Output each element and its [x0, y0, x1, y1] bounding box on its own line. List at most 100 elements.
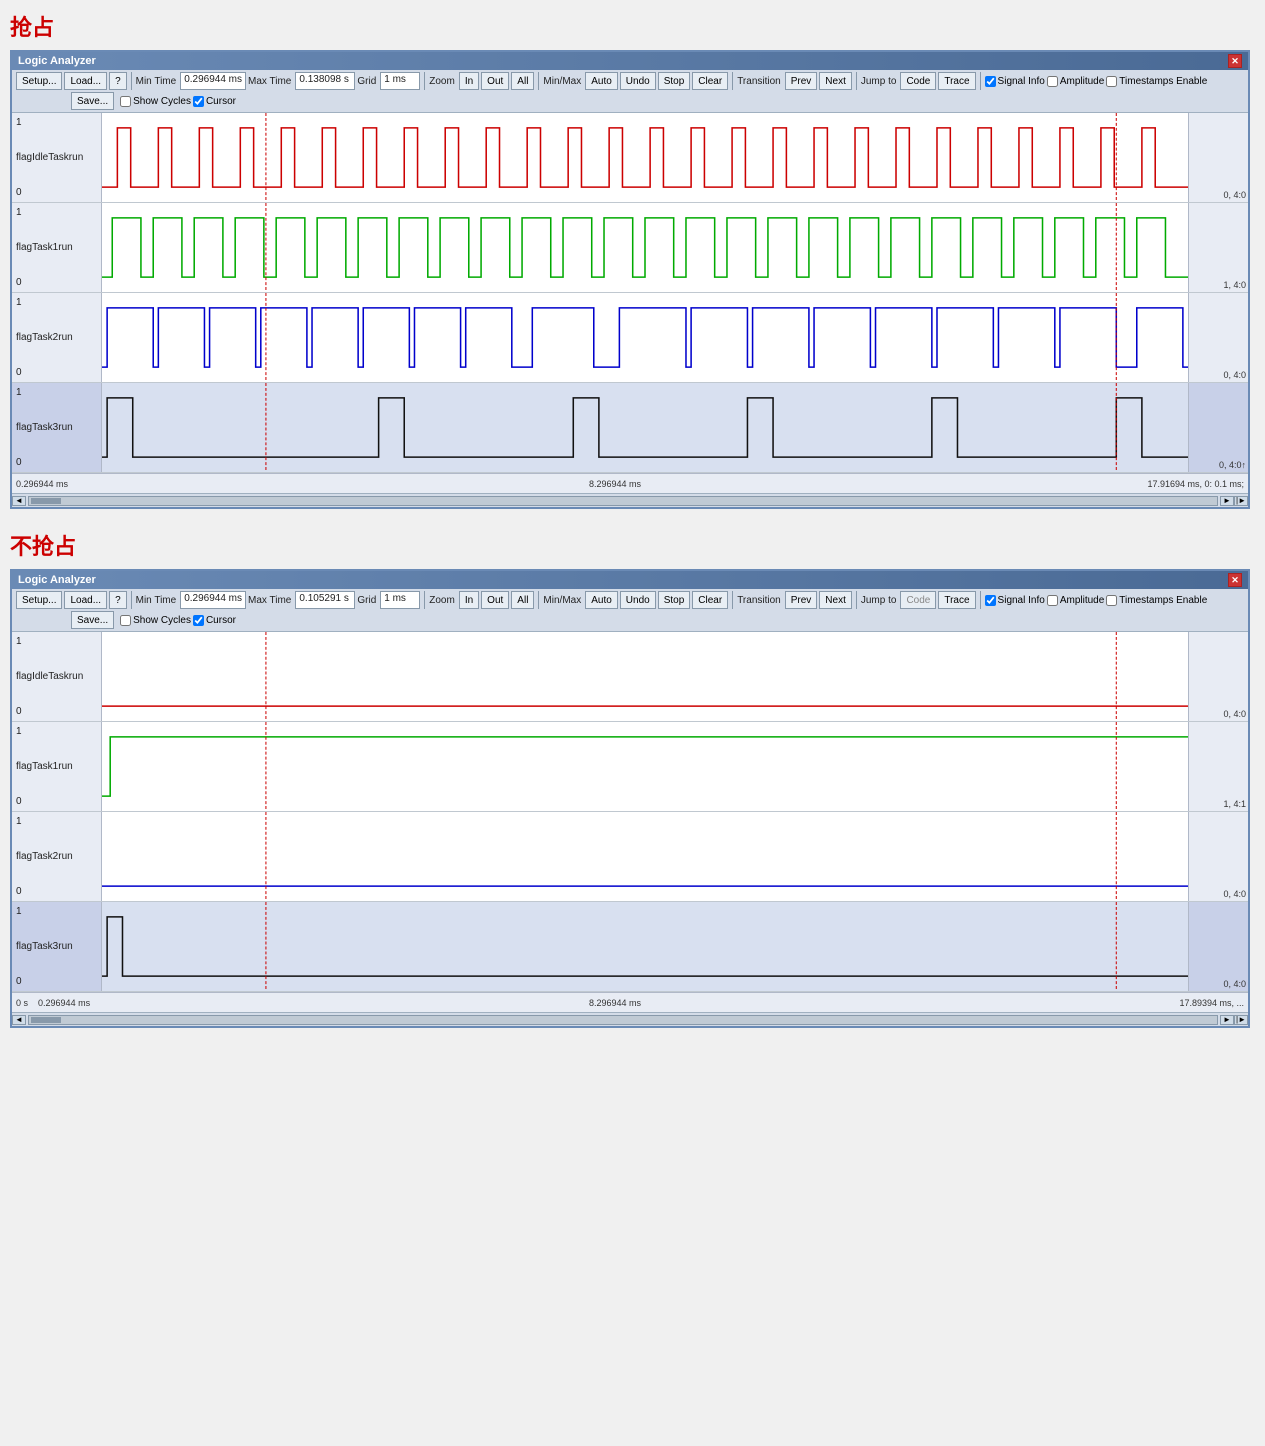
- signal3-name: flagTask3run: [16, 422, 73, 433]
- analyzer2-title: Logic Analyzer: [18, 574, 96, 586]
- update-undo-button[interactable]: Undo: [620, 72, 656, 90]
- update-clear-button[interactable]: Clear: [692, 72, 728, 90]
- grid-label: Grid: [357, 76, 376, 87]
- scroll-left[interactable]: ◄: [12, 496, 26, 506]
- timeline2-start-ms: 0.296944 ms: [38, 998, 90, 1008]
- analyzer1-close[interactable]: ✕: [1228, 54, 1242, 68]
- signal-info2-label: Signal Info: [998, 595, 1045, 606]
- signal2-2-waveform: [102, 812, 1188, 901]
- zoom-all-button[interactable]: All: [511, 72, 534, 90]
- update2-clear-button[interactable]: Clear: [692, 591, 728, 609]
- analyzer2-close[interactable]: ✕: [1228, 573, 1242, 587]
- scroll-end[interactable]: |►: [1234, 496, 1248, 506]
- signal2-0-canvas: [102, 632, 1188, 721]
- amplitude-checkbox[interactable]: [1047, 76, 1058, 87]
- zoom-out-button[interactable]: Out: [481, 72, 509, 90]
- analyzer1: Logic Analyzer ✕ Setup... Load... ? Min …: [10, 50, 1250, 509]
- grid2-label: Grid: [357, 595, 376, 606]
- signal2-waveform: [102, 293, 1188, 382]
- update2-undo-button[interactable]: Undo: [620, 591, 656, 609]
- signal0-name: flagIdleTaskrun: [16, 152, 83, 163]
- sep5: [856, 72, 857, 90]
- max-time-value: 0.138098 s: [295, 72, 355, 90]
- load-button[interactable]: Load...: [64, 72, 107, 90]
- sep2-5: [856, 591, 857, 609]
- update2-auto-button[interactable]: Auto: [585, 591, 618, 609]
- trans2-next-button[interactable]: Next: [819, 591, 852, 609]
- question-button[interactable]: ?: [109, 72, 127, 90]
- trans-next-button[interactable]: Next: [819, 72, 852, 90]
- signal2-1-end: 1, 4:1: [1188, 722, 1248, 811]
- analyzer1-scrollbar: ◄ ► |►: [12, 493, 1248, 507]
- timestamps2-checkbox[interactable]: [1106, 595, 1117, 606]
- cursor-label: Cursor: [206, 96, 236, 107]
- timeline2-mid: 8.296944 ms: [106, 998, 1124, 1008]
- scrollbar-thumb[interactable]: [31, 498, 61, 504]
- signal3-label: 1 flagTask3run 0: [12, 383, 102, 472]
- cursor2-checkbox[interactable]: [193, 615, 204, 626]
- save2-button[interactable]: Save...: [71, 611, 114, 629]
- signal2-0-top: 1: [16, 636, 22, 647]
- signal0-end: 0, 4:0: [1188, 113, 1248, 202]
- timestamps2-label: Timestamps Enable: [1119, 595, 1207, 606]
- scroll2-left[interactable]: ◄: [12, 1015, 26, 1025]
- jump-code-button[interactable]: Code: [900, 72, 936, 90]
- jump-trace-button[interactable]: Trace: [938, 72, 975, 90]
- update-stop-button[interactable]: Stop: [658, 72, 691, 90]
- sep2-6: [980, 591, 981, 609]
- scrollbar2-thumb[interactable]: [31, 1017, 61, 1023]
- sep1: [131, 72, 132, 90]
- scrollbar-track[interactable]: [28, 496, 1218, 506]
- cursor-checkbox[interactable]: [193, 96, 204, 107]
- analyzer1-toolbar: Setup... Load... ? Min Time 0.296944 ms …: [12, 70, 1248, 113]
- signal2-2-end: 0, 4:0: [1188, 812, 1248, 901]
- load2-button[interactable]: Load...: [64, 591, 107, 609]
- timestamps-checkbox[interactable]: [1106, 76, 1117, 87]
- section2-title: 不抢占: [10, 529, 1255, 561]
- signal2-1-label: 1 flagTask1run 0: [12, 722, 102, 811]
- jump2-trace-button[interactable]: Trace: [938, 591, 975, 609]
- signal-row-2: 1 flagTask2run 0 0, 4:0: [12, 293, 1248, 383]
- show-cycles-checkbox[interactable]: [120, 96, 131, 107]
- signal2-2-bot: 0: [16, 886, 22, 897]
- signal0-bot: 0: [16, 187, 22, 198]
- zoom-in-button[interactable]: In: [459, 72, 479, 90]
- signal2-0-name: flagIdleTaskrun: [16, 671, 83, 682]
- update-auto-button[interactable]: Auto: [585, 72, 618, 90]
- scroll2-right[interactable]: ►: [1220, 1015, 1234, 1025]
- signal2-name: flagTask2run: [16, 332, 73, 343]
- amplitude2-checkbox[interactable]: [1047, 595, 1058, 606]
- analyzer1-titlebar: Logic Analyzer ✕: [12, 52, 1248, 70]
- save-button[interactable]: Save...: [71, 92, 114, 110]
- question2-button[interactable]: ?: [109, 591, 127, 609]
- signal-info-checkbox[interactable]: [985, 76, 996, 87]
- signal-row-1: 1 flagTask1run 0 1, 4:0: [12, 203, 1248, 293]
- jump2-code-button[interactable]: Code: [900, 591, 936, 609]
- scrollbar2-track[interactable]: [28, 1015, 1218, 1025]
- setup-button[interactable]: Setup...: [16, 72, 62, 90]
- zoom2-in-button[interactable]: In: [459, 591, 479, 609]
- scroll-right[interactable]: ►: [1220, 496, 1234, 506]
- signal2-0-label: 1 flagIdleTaskrun 0: [12, 632, 102, 721]
- cursor-group: Cursor: [193, 96, 236, 107]
- signal2-row-1: 1 flagTask1run 0 1, 4:1: [12, 722, 1248, 812]
- scroll2-end[interactable]: |►: [1234, 1015, 1248, 1025]
- signal1-canvas: [102, 203, 1188, 292]
- amplitude-label: Amplitude: [1060, 76, 1104, 87]
- show-cycles2-checkbox[interactable]: [120, 615, 131, 626]
- minmax2-label: Min/Max: [543, 595, 581, 606]
- signal3-waveform: [102, 383, 1188, 472]
- jumpto2-label: Jump to: [861, 595, 897, 606]
- setup2-button[interactable]: Setup...: [16, 591, 62, 609]
- timeline1-mid: 8.296944 ms: [106, 479, 1124, 489]
- trans-prev-button[interactable]: Prev: [785, 72, 818, 90]
- update2-stop-button[interactable]: Stop: [658, 591, 691, 609]
- signal-info2-checkbox[interactable]: [985, 595, 996, 606]
- zoom2-label: Zoom: [429, 595, 455, 606]
- cursor2-label: Cursor: [206, 615, 236, 626]
- amplitude-group: Amplitude: [1047, 76, 1104, 87]
- zoom2-out-button[interactable]: Out: [481, 591, 509, 609]
- zoom2-all-button[interactable]: All: [511, 591, 534, 609]
- trans2-prev-button[interactable]: Prev: [785, 591, 818, 609]
- timestamps-group: Timestamps Enable: [1106, 76, 1207, 87]
